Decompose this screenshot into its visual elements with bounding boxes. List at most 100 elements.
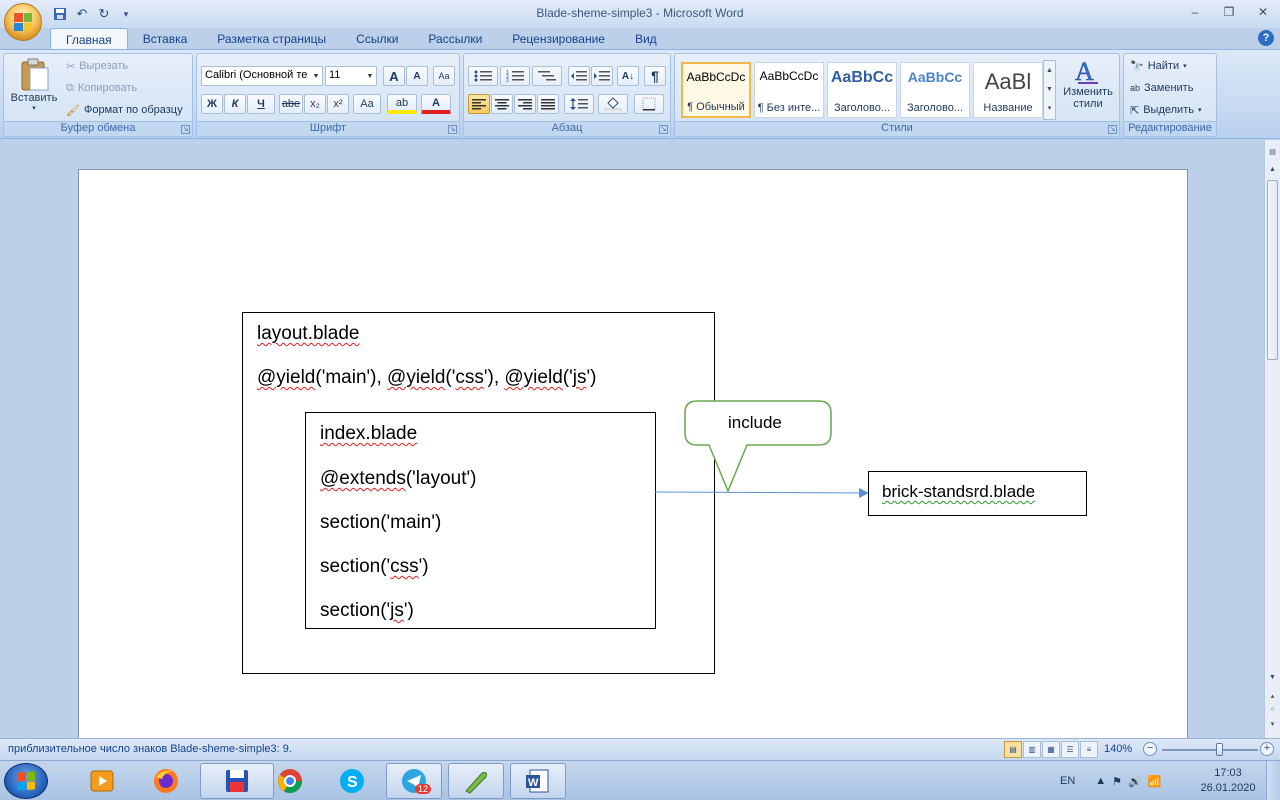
bullets-button[interactable] [468,66,498,86]
taskbar-telegram[interactable]: 12 [386,763,442,799]
brush-icon: 🖌 [66,104,80,117]
underline-button[interactable]: Ч [247,94,275,114]
taskbar-word[interactable]: W [510,763,566,799]
change-styles-button[interactable]: A Изменить стили [1059,56,1117,110]
view-buttons: ▤ ▥ ▦ ☰ ≡ [1004,741,1098,758]
paste-button[interactable]: Вставить ▾ [8,58,60,112]
superscript-button[interactable]: x² [327,94,349,114]
draft-view-icon[interactable]: ≡ [1080,741,1098,758]
tab-home[interactable]: Главная [50,28,128,50]
taskbar-skype[interactable]: S [324,763,380,799]
index-blade-box[interactable]: index.blade @extends('layout') section('… [305,412,656,629]
style-normal[interactable]: AaBbCcDc ¶ Обычный [681,62,751,118]
zoom-in-button[interactable]: + [1260,742,1274,756]
help-button[interactable]: ? [1258,30,1274,46]
highlight-button[interactable]: ab [387,94,417,114]
scroll-down-arrow-icon[interactable]: ▼ [1265,674,1280,686]
shading-button[interactable] [598,94,628,114]
replace-label: Заменить [1144,82,1194,94]
taskbar-chrome[interactable] [262,763,318,799]
minimize-button[interactable]: – [1178,0,1212,24]
justify-button[interactable] [537,94,559,114]
style-title[interactable]: AaBl Название [973,62,1043,118]
restore-button[interactable]: ❐ [1212,0,1246,24]
tray-lang[interactable]: EN [1060,775,1075,787]
ruler-toggle-icon[interactable]: ▤ [1265,148,1280,160]
style-heading-2[interactable]: AaBbCc Заголово... [900,62,970,118]
show-marks-button[interactable]: ¶ [644,66,666,86]
subscript-button[interactable]: x₂ [304,94,326,114]
change-case-button[interactable]: Aa [353,94,381,114]
sort-button[interactable]: A↓ [617,66,639,86]
zoom-slider-track[interactable] [1162,749,1258,751]
zoom-level[interactable]: 140% [1104,743,1132,755]
grow-font-button[interactable]: A [383,66,405,86]
strikethrough-button[interactable]: abe [279,94,303,114]
reading-layout-icon[interactable]: ▥ [1023,741,1041,758]
action-center-icon[interactable]: ⚑ [1112,775,1122,788]
font-color-button[interactable]: A [421,94,451,114]
clock[interactable]: 17:03 26.01.2020 [1196,766,1260,796]
zoom-slider-thumb[interactable] [1215,743,1223,756]
replace-button[interactable]: ab Заменить [1130,78,1193,98]
document-page[interactable]: layout.blade @yield('main'), @yield('css… [78,169,1188,738]
yield-arg: js [572,367,587,388]
tab-page-layout[interactable]: Разметка страницы [202,28,341,50]
decrease-indent-button[interactable] [568,66,590,86]
network-icon[interactable]: 📶 [1148,775,1162,788]
dialog-launcher-icon[interactable]: ↘ [1108,125,1117,134]
layout-blade-box[interactable]: layout.blade @yield('main'), @yield('css… [242,312,715,674]
show-hidden-icons-icon[interactable]: ▲ [1095,775,1106,787]
office-button[interactable] [4,3,42,41]
taskbar-video-app[interactable] [74,763,130,799]
borders-button[interactable] [634,94,664,114]
align-right-button[interactable] [514,94,536,114]
volume-icon[interactable]: 🔊 [1128,775,1142,788]
tab-references[interactable]: Ссылки [341,28,413,50]
zoom-out-button[interactable]: − [1143,742,1157,756]
browse-object-icon[interactable]: ○ [1265,706,1280,718]
copy-button[interactable]: ⧉ Копировать [66,78,137,98]
start-button[interactable] [4,763,48,799]
bold-button[interactable]: Ж [201,94,223,114]
taskbar-firefox[interactable] [138,763,194,799]
style-heading-1[interactable]: AaBbCc Заголово... [827,62,897,118]
tab-view[interactable]: Вид [620,28,672,50]
dialog-launcher-icon[interactable]: ↘ [448,125,457,134]
web-layout-icon[interactable]: ▦ [1042,741,1060,758]
line-spacing-button[interactable] [564,94,594,114]
taskbar-pen-app[interactable] [448,763,504,799]
vertical-scrollbar[interactable]: ▤ ▲ ▼ ▴ ○ ▾ [1264,140,1280,738]
section-text: ') [403,600,414,621]
scrollbar-thumb[interactable] [1267,180,1278,360]
find-button[interactable]: 🔭 Найти ▾ [1130,56,1187,76]
italic-button[interactable]: К [224,94,246,114]
multilevel-list-button[interactable] [532,66,562,86]
close-button[interactable]: ✕ [1246,0,1280,24]
align-center-button[interactable] [491,94,513,114]
cut-button[interactable]: ✂ Вырезать [66,56,128,76]
format-painter-button[interactable]: 🖌 Формат по образцу [66,100,183,120]
tab-insert[interactable]: Вставка [128,28,203,50]
tab-review[interactable]: Рецензирование [497,28,620,50]
scroll-up-arrow-icon[interactable]: ▲ [1265,166,1280,178]
outline-view-icon[interactable]: ☰ [1061,741,1079,758]
dialog-launcher-icon[interactable]: ↘ [659,125,668,134]
prev-page-icon[interactable]: ▴ [1265,692,1280,704]
font-name-combo[interactable]: Calibri (Основной те ▼ [201,66,323,86]
brick-standard-box[interactable]: brick-standsrd.blade [868,471,1087,516]
dialog-launcher-icon[interactable]: ↘ [181,125,190,134]
style-no-spacing[interactable]: AaBbCcDc ¶ Без инте... [754,62,824,118]
align-left-button[interactable] [468,94,490,114]
next-page-icon[interactable]: ▾ [1265,720,1280,732]
numbering-button[interactable]: 123 [500,66,530,86]
clear-format-button[interactable]: Aa [433,66,455,86]
show-desktop-button[interactable] [1266,761,1280,800]
increase-indent-button[interactable] [591,66,613,86]
tab-mailings[interactable]: Рассылки [413,28,497,50]
print-layout-icon[interactable]: ▤ [1004,741,1022,758]
select-button[interactable]: ⇱ Выделить ▾ [1130,100,1201,120]
styles-scroll[interactable]: ▲ ▼ ▾ [1043,60,1056,120]
font-size-combo[interactable]: 11 ▼ [325,66,377,86]
shrink-font-button[interactable]: A [406,66,428,86]
